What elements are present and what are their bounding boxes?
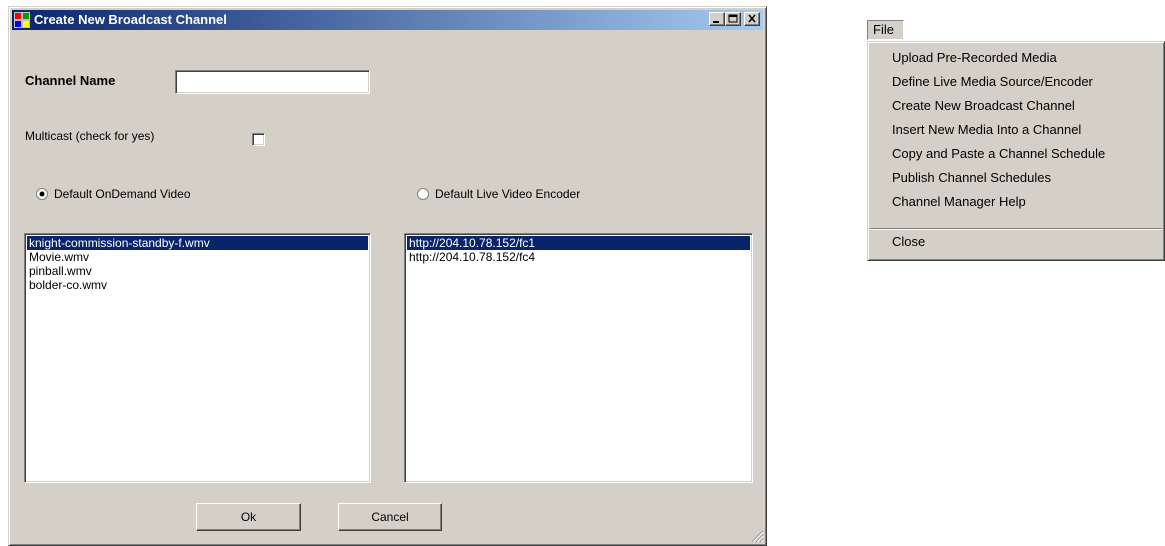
ok-button[interactable]: Ok (196, 503, 301, 531)
multicast-label: Multicast (check for yes) (25, 129, 155, 143)
list-item[interactable]: bolder-co.wmv (27, 278, 368, 292)
list-item[interactable]: http://204.10.78.152/fc4 (407, 250, 750, 264)
menu-item-define-live-source[interactable]: Define Live Media Source/Encoder (892, 74, 1093, 89)
minimize-button[interactable] (709, 12, 725, 26)
list-item[interactable]: Movie.wmv (27, 250, 368, 264)
menu-item-upload-media[interactable]: Upload Pre-Recorded Media (892, 50, 1057, 65)
menu-separator (870, 228, 1162, 230)
radio-live[interactable] (417, 188, 429, 200)
list-item[interactable]: pinball.wmv (27, 264, 368, 278)
radio-ondemand-label: Default OnDemand Video (54, 187, 191, 201)
close-button[interactable] (744, 12, 760, 26)
maximize-button[interactable] (725, 12, 741, 26)
multicast-checkbox[interactable] (252, 133, 265, 146)
list-item[interactable]: knight-commission-standby-f.wmv (27, 236, 368, 250)
menu-item-publish-schedules[interactable]: Publish Channel Schedules (892, 170, 1051, 185)
ondemand-listbox[interactable]: knight-commission-standby-f.wmv Movie.wm… (24, 233, 371, 483)
maximize-icon (728, 14, 738, 23)
app-icon (14, 12, 30, 28)
radio-ondemand[interactable] (36, 188, 48, 200)
window-title: Create New Broadcast Channel (34, 12, 227, 27)
menu-item-close[interactable]: Close (892, 234, 925, 249)
list-item[interactable]: http://204.10.78.152/fc1 (407, 236, 750, 250)
channel-name-input[interactable] (175, 70, 370, 94)
resize-grip-icon[interactable] (750, 529, 764, 543)
file-menu-dropdown: Upload Pre-Recorded Media Define Live Me… (867, 41, 1165, 261)
menu-item-create-channel[interactable]: Create New Broadcast Channel (892, 98, 1075, 113)
menu-item-copy-paste-schedule[interactable]: Copy and Paste a Channel Schedule (892, 146, 1105, 161)
cancel-button[interactable]: Cancel (338, 503, 442, 531)
title-bar[interactable]: Create New Broadcast Channel (12, 10, 763, 30)
channel-name-label: Channel Name (25, 73, 116, 88)
file-menu-title[interactable]: File (867, 20, 904, 40)
menu-item-insert-media[interactable]: Insert New Media Into a Channel (892, 122, 1081, 137)
create-channel-dialog: Create New Broadcast Channel Channel Nam… (8, 6, 767, 546)
minimize-icon (713, 21, 719, 23)
live-encoder-listbox[interactable]: http://204.10.78.152/fc1 http://204.10.7… (404, 233, 753, 483)
radio-live-label: Default Live Video Encoder (435, 187, 581, 201)
menu-item-help[interactable]: Channel Manager Help (892, 194, 1026, 209)
close-icon (748, 14, 756, 23)
